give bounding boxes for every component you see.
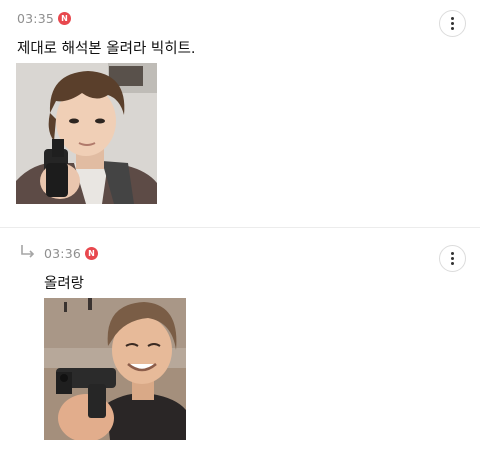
dot [451, 262, 454, 265]
comment-item: 03:35 N 제대로 해석본 올려라 빅히트. [0, 0, 480, 227]
comment-text: 올려랑 [44, 276, 85, 292]
reply-comment-item: 03:36 N 올려랑 [0, 228, 480, 463]
reply-arrow-icon [21, 245, 35, 258]
dot [451, 257, 454, 260]
dot [451, 27, 454, 30]
dot [451, 252, 454, 255]
comment-meta: 03:35 N [17, 11, 72, 26]
new-badge-icon: N [85, 247, 99, 260]
comment-text: 제대로 해석본 올려라 빅히트. [17, 41, 196, 57]
more-options-button[interactable] [439, 10, 466, 37]
comment-time: 03:36 [44, 246, 82, 261]
dot [451, 17, 454, 20]
comment-meta: 03:36 N [44, 246, 99, 261]
new-badge-icon: N [58, 12, 72, 25]
more-options-button[interactable] [439, 245, 466, 272]
attached-photo [44, 298, 186, 440]
comment-image[interactable] [44, 298, 186, 440]
comment-image[interactable] [16, 63, 157, 204]
comment-time: 03:35 [17, 11, 55, 26]
attached-photo [16, 63, 157, 204]
dot [451, 22, 454, 25]
